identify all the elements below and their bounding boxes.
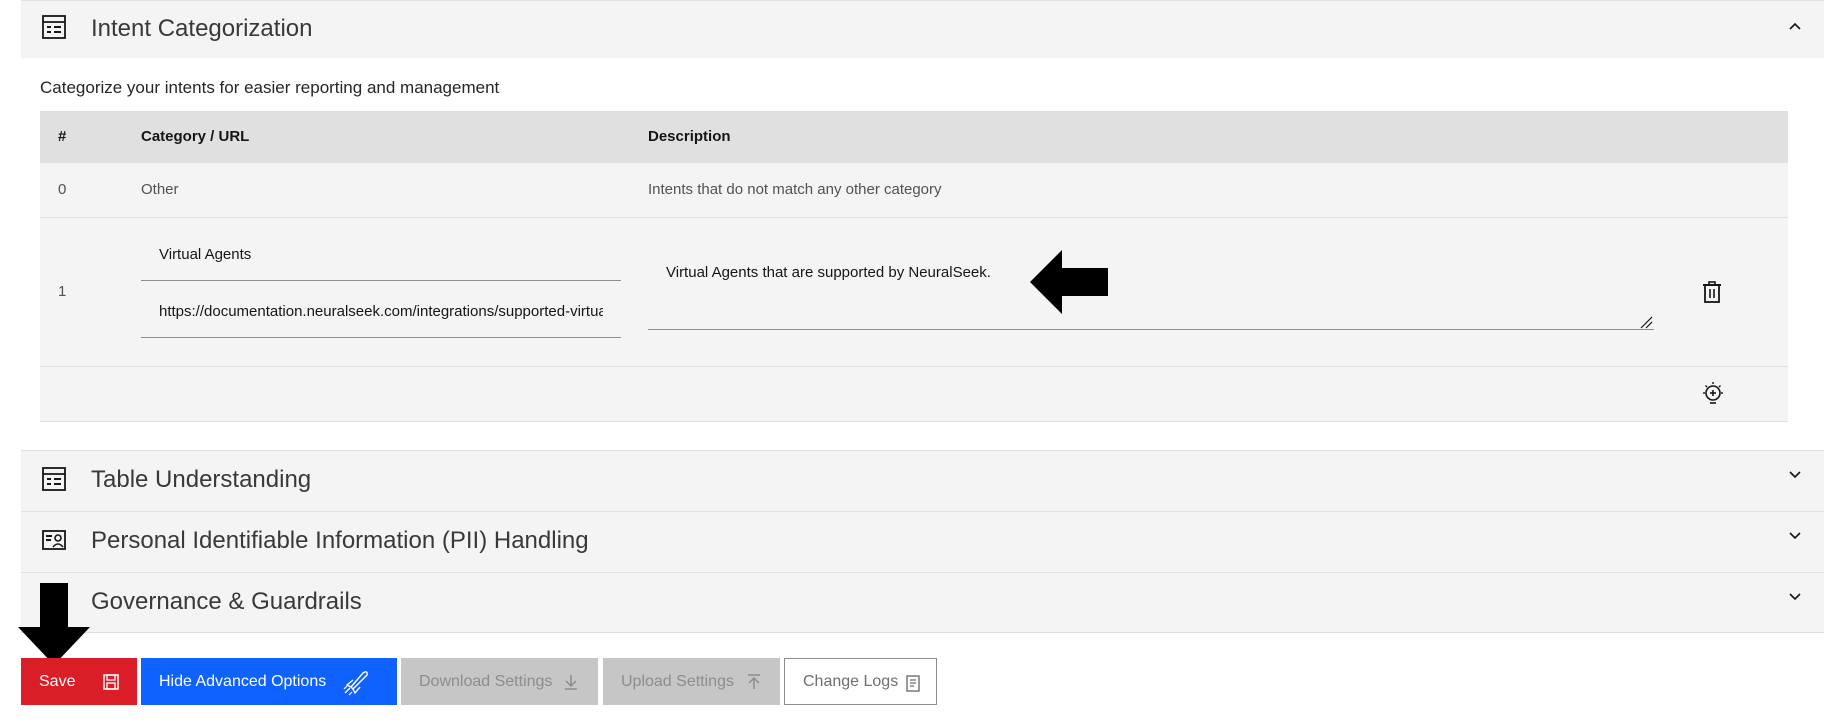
section-title: Personal Identifiable Information (PII) … [91,527,589,554]
download-icon [565,675,577,690]
chevron-down-icon[interactable] [1786,587,1804,605]
row-number: 0 [58,181,67,198]
table-header: # Category / URL Description [40,111,1788,163]
log-icon [906,675,920,692]
intent-categorization-header[interactable]: Intent Categorization [21,0,1824,58]
trash-icon[interactable] [1700,280,1724,304]
intent-categorization-body: Categorize your intents for easier repor… [21,58,1824,450]
download-settings-button[interactable]: Download Settings [401,658,598,705]
governance-guardrails-header[interactable]: Governance & Guardrails [21,572,1824,633]
upload-settings-label: Upload Settings [621,672,734,690]
hide-advanced-label: Hide Advanced Options [159,672,327,690]
arrow-down-icon [18,583,90,665]
chevron-up-icon[interactable] [1786,17,1804,35]
table-row: 1 Virtual Agents that are supported by N… [40,218,1788,367]
section-title: Table Understanding [91,466,312,493]
hide-advanced-options-button[interactable]: Hide Advanced Options [141,658,397,705]
add-row-bar [40,367,1788,422]
category-description-textarea[interactable]: Virtual Agents that are supported by Neu… [648,236,1654,330]
category-text: Other [141,181,179,198]
chevron-down-icon[interactable] [1786,526,1804,544]
section-title: Intent Categorization [91,15,313,42]
download-settings-label: Download Settings [419,672,553,690]
settings-accordion: Intent Categorization Categorize your in… [21,0,1824,633]
chevron-down-icon[interactable] [1786,465,1804,483]
intent-category-table: # Category / URL Description 0 Other Int… [40,111,1788,422]
table-understanding-header[interactable]: Table Understanding [21,450,1824,511]
rocket-icon [343,671,368,696]
column-header-num: # [58,128,67,145]
category-url-input[interactable] [141,286,621,338]
change-logs-button[interactable]: Change Logs [784,658,937,705]
lightbulb-add-icon[interactable] [1700,381,1726,407]
column-header-description: Description [648,128,731,145]
section-title: Governance & Guardrails [91,588,362,615]
arrow-left-icon [1030,250,1108,314]
column-header-category: Category / URL [141,128,250,145]
upload-settings-button[interactable]: Upload Settings [603,658,780,705]
id-card-icon [42,530,66,550]
table-icon [42,467,66,491]
category-name-input[interactable] [141,229,621,281]
resize-handle-icon[interactable] [1639,315,1653,329]
section-description: Categorize your intents for easier repor… [40,78,500,97]
save-label: Save [39,672,76,690]
description-text: Intents that do not match any other cate… [648,181,942,198]
upload-icon [748,674,760,689]
row-number: 1 [58,283,67,300]
table-icon [42,15,66,39]
table-row: 0 Other Intents that do not match any ot… [40,163,1788,218]
save-icon [103,674,119,690]
change-logs-label: Change Logs [803,672,899,690]
pii-handling-header[interactable]: Personal Identifiable Information (PII) … [21,511,1824,572]
save-button[interactable]: Save [21,658,137,705]
